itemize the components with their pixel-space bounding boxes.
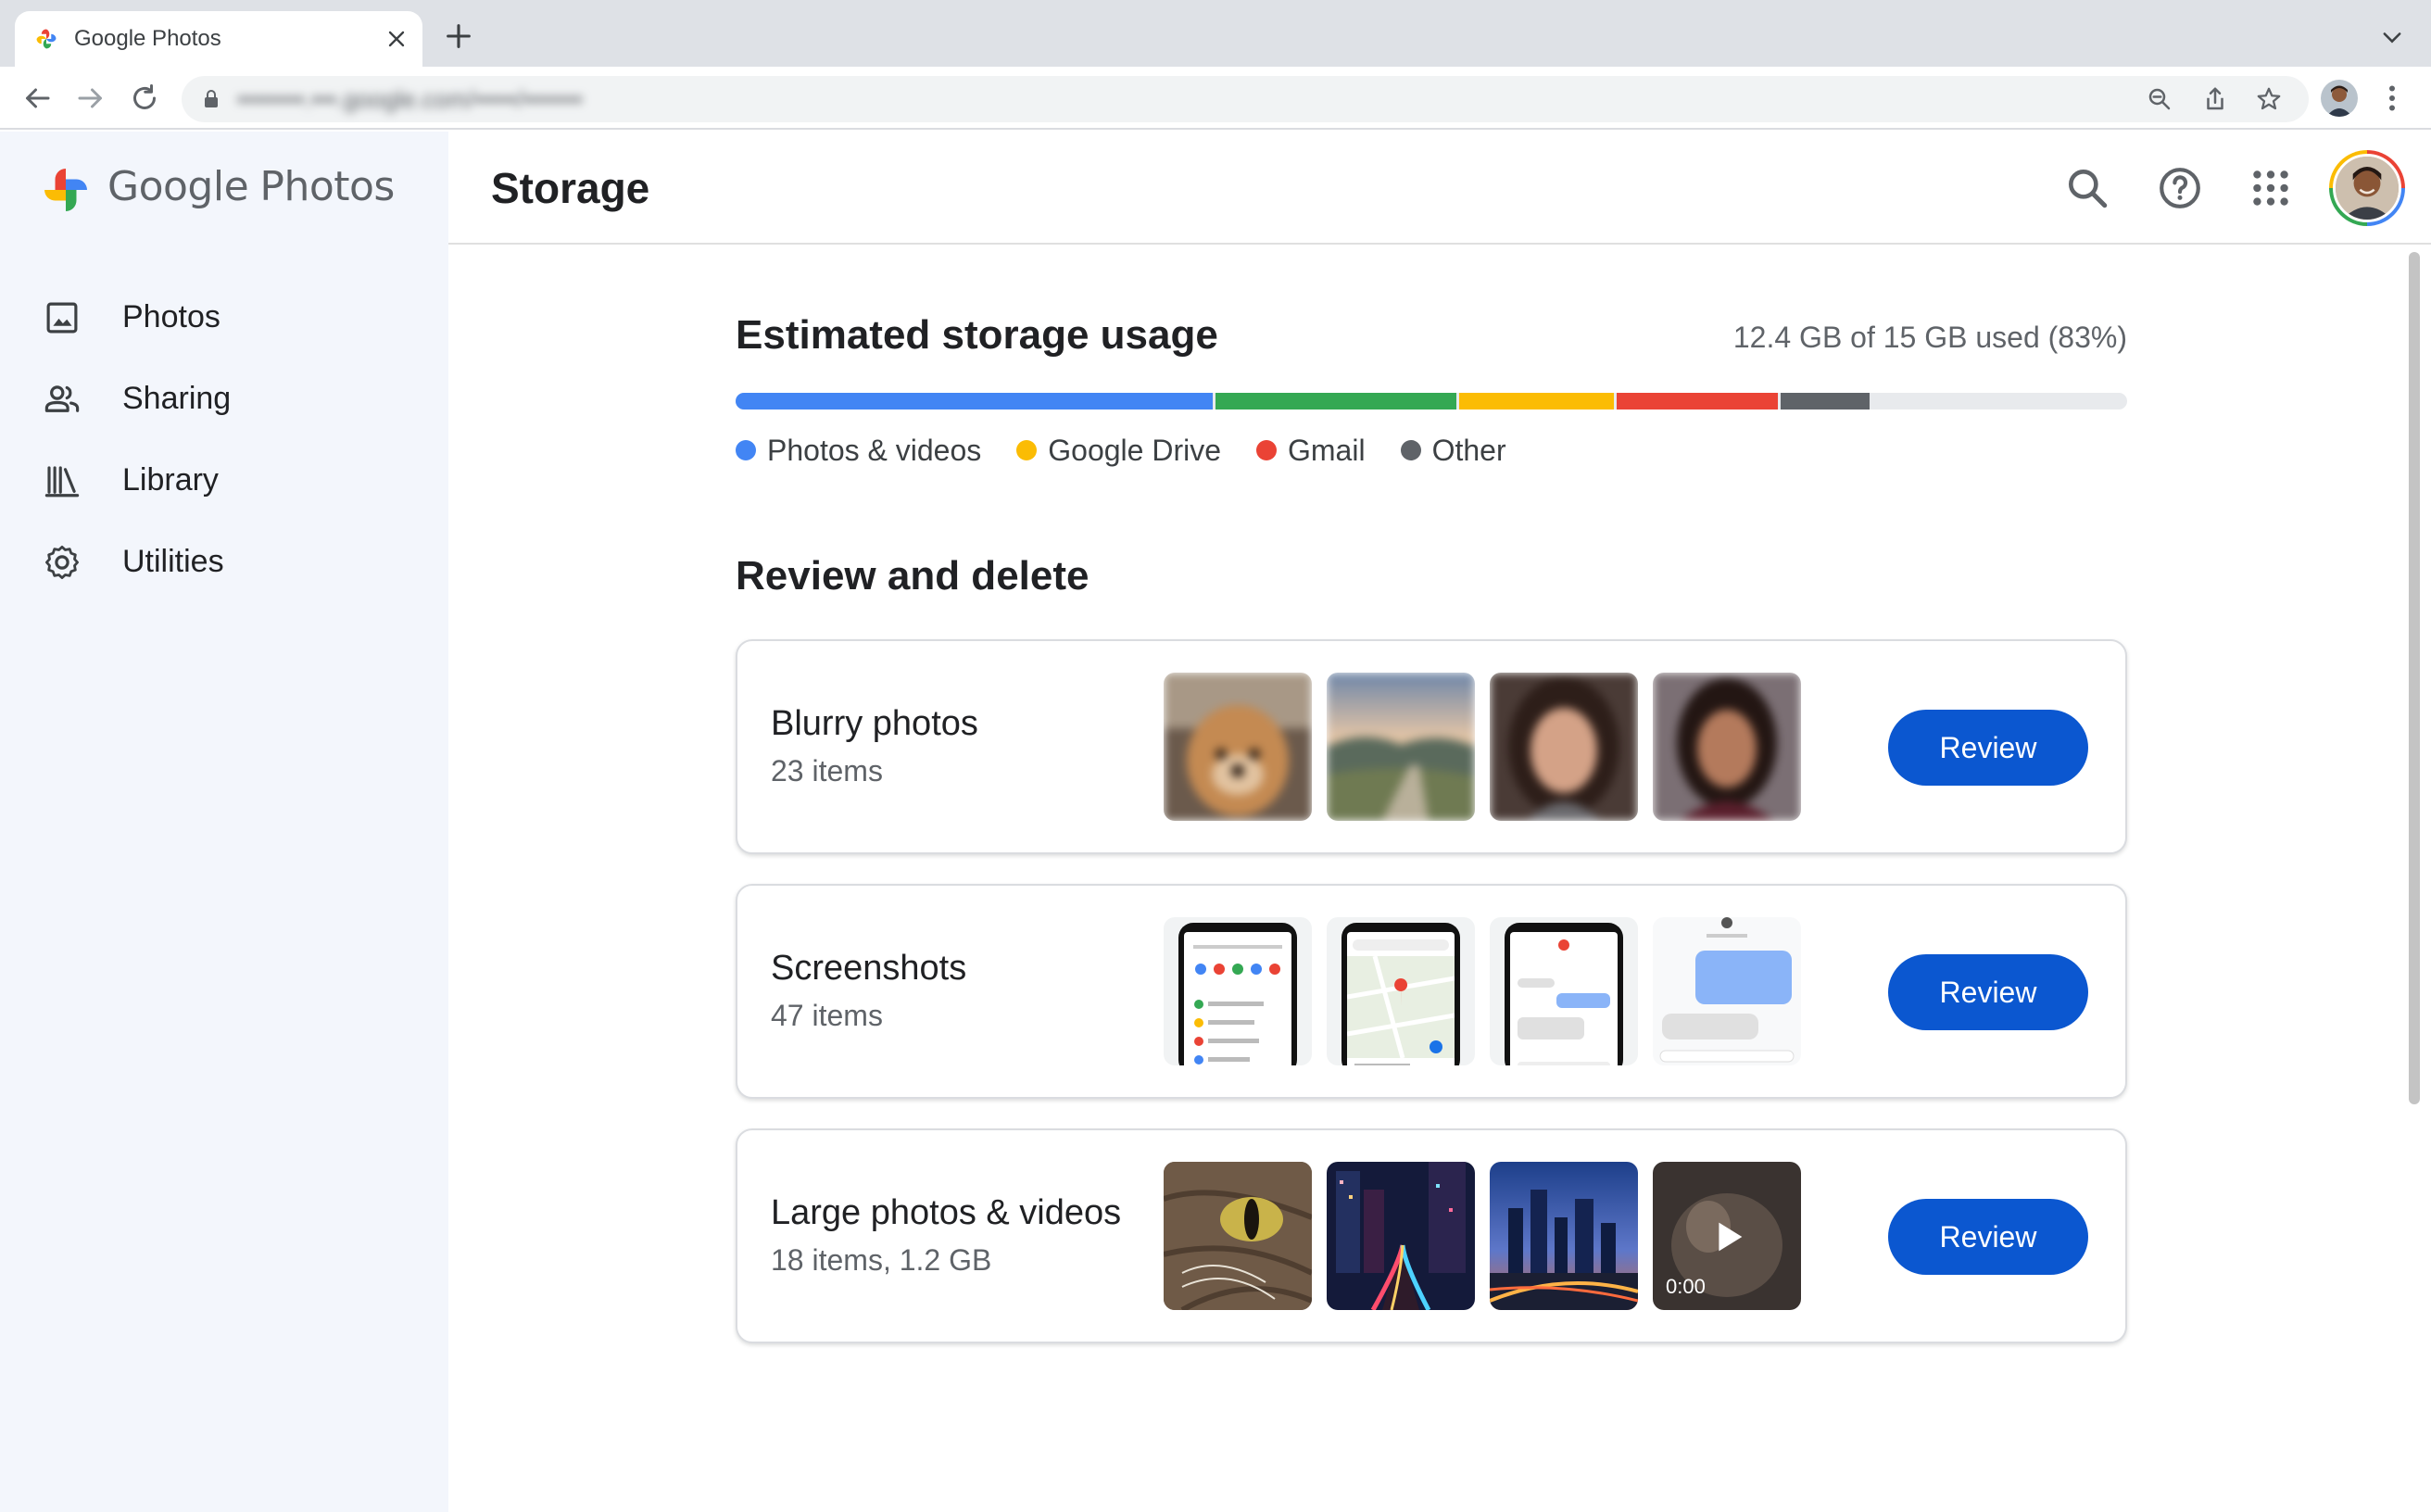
legend-dot: [736, 440, 756, 460]
lock-icon: [205, 90, 218, 107]
legend-label: Other: [1431, 433, 1506, 467]
legend-item: Other: [1400, 433, 1506, 468]
gear-icon: [44, 545, 80, 580]
usage-segment: [1781, 393, 1870, 410]
new-tab-icon[interactable]: [443, 20, 474, 52]
search-icon[interactable]: [2064, 165, 2110, 211]
apps-grid-icon[interactable]: [2248, 165, 2294, 211]
account-avatar[interactable]: [2329, 150, 2405, 226]
google-photos-favicon-icon: [36, 29, 57, 49]
url-text: ••••••••.•••.google.com/•••••/•••••••: [237, 85, 583, 113]
legend-label: Photos & videos: [767, 433, 982, 467]
page-title: Storage: [491, 164, 650, 212]
reload-icon[interactable]: [128, 82, 161, 115]
card-subtitle: 47 items: [771, 999, 883, 1032]
google-photos-logo-icon[interactable]: [39, 163, 93, 217]
brand-photos: Photos: [259, 163, 395, 210]
back-arrow-icon[interactable]: [20, 82, 54, 115]
app-header: Storage: [448, 132, 2431, 245]
browser-tab[interactable]: Google Photos: [15, 11, 422, 67]
sidebar-item-label: Utilities: [122, 544, 224, 579]
thumbnail-cat[interactable]: [1164, 1162, 1312, 1310]
sidebar-item-sharing[interactable]: Sharing: [0, 361, 448, 435]
thumbnail-dog[interactable]: [1164, 673, 1312, 821]
thumbnail-portrait-1[interactable]: [1490, 673, 1638, 821]
legend-item: Google Drive: [1016, 434, 1221, 468]
avatar-image: [2321, 80, 2358, 117]
thumbnail-landscape[interactable]: [1327, 673, 1475, 821]
sidebar-item-label: Sharing: [122, 381, 232, 416]
sidebar-item-utilities[interactable]: Utilities: [0, 524, 448, 598]
card-title: Large photos & videos: [771, 1193, 1122, 1232]
review-card-large-photos-videos: Large photos & videos 18 items, 1.2 GB 0…: [736, 1128, 2127, 1343]
bookmark-star-icon[interactable]: [2255, 85, 2283, 113]
page-scrollbar[interactable]: [2409, 252, 2420, 1104]
thumbnail-strip: [1164, 673, 1816, 821]
browser-menu-icon[interactable]: [2383, 82, 2401, 115]
review-button[interactable]: Review: [1888, 954, 2088, 1030]
forward-arrow-icon[interactable]: [74, 82, 107, 115]
review-card-screenshots: Screenshots 47 items Review: [736, 884, 2127, 1099]
card-title: Blurry photos: [771, 704, 978, 743]
storage-usage-bar: [736, 393, 2127, 410]
thumbnail-video[interactable]: 0:00: [1653, 1162, 1801, 1310]
card-title: Screenshots: [771, 949, 967, 988]
card-subtitle: 18 items, 1.2 GB: [771, 1243, 992, 1277]
video-duration: 0:00: [1666, 1275, 1706, 1298]
sidebar-item-label: Library: [122, 462, 219, 498]
card-subtitle: 23 items: [771, 754, 883, 788]
review-button[interactable]: Review: [1888, 1199, 2088, 1275]
legend-item: Gmail: [1256, 434, 1366, 468]
storage-usage-title: Estimated storage usage: [736, 312, 1218, 358]
share-icon[interactable]: [2201, 85, 2229, 113]
sidebar-item-label: Photos: [122, 299, 220, 334]
storage-used-text: 12.4 GB of 15 GB used (83%): [1732, 321, 2127, 354]
help-icon[interactable]: [2157, 165, 2203, 211]
thumbnail-screenshot-messages[interactable]: [1653, 917, 1801, 1065]
thumbnail-city-skyline[interactable]: [1490, 1162, 1638, 1310]
legend-dot: [1016, 440, 1038, 460]
legend-label: Google Drive: [1048, 433, 1221, 467]
brand-google: Google: [107, 163, 249, 210]
google-photos-wordmark[interactable]: Google Photos: [107, 159, 395, 215]
address-bar[interactable]: ••••••••.•••.google.com/•••••/•••••••: [182, 76, 2309, 122]
usage-segment: [1459, 393, 1614, 410]
photo-icon: [46, 302, 78, 334]
legend-dot: [1400, 440, 1421, 460]
sidebar-item-photos[interactable]: Photos: [0, 280, 448, 354]
browser-tab-strip: Google Photos: [0, 0, 2431, 67]
usage-segment: [1617, 393, 1778, 410]
thumbnail-portrait-2[interactable]: [1653, 673, 1801, 821]
play-icon[interactable]: [1707, 1216, 1749, 1258]
legend-label: Gmail: [1288, 433, 1366, 467]
tab-title: Google Photos: [74, 26, 221, 51]
library-icon: [44, 466, 80, 498]
zoom-out-icon[interactable]: [2146, 85, 2173, 113]
review-section-title: Review and delete: [736, 553, 1090, 598]
usage-segment: [736, 393, 1213, 410]
storage-legend: Photos & videos Google Drive Gmail Other: [736, 430, 1542, 471]
review-button[interactable]: Review: [1888, 710, 2088, 786]
legend-dot: [1256, 440, 1277, 460]
usage-segment: [1216, 393, 1456, 410]
browser-profile-avatar[interactable]: [2321, 80, 2358, 117]
thumbnail-city-night-street[interactable]: [1327, 1162, 1475, 1310]
close-tab-icon[interactable]: [384, 26, 409, 52]
thumbnail-screenshot-contacts[interactable]: [1164, 917, 1312, 1065]
thumbnail-strip: [1164, 917, 1816, 1065]
thumbnail-screenshot-chat[interactable]: [1490, 917, 1638, 1065]
side-navigation: Google Photos Photos Sharing Library Uti…: [0, 132, 448, 1512]
people-icon: [44, 385, 80, 412]
sidebar-item-library[interactable]: Library: [0, 443, 448, 517]
review-card-blurry-photos: Blurry photos 23 items Review: [736, 639, 2127, 854]
avatar-image: [2336, 157, 2399, 220]
chevron-down-icon[interactable]: [2379, 24, 2405, 50]
thumbnail-screenshot-map[interactable]: [1327, 917, 1475, 1065]
legend-item: Photos & videos: [736, 434, 981, 468]
browser-toolbar: ••••••••.•••.google.com/•••••/•••••••: [0, 67, 2431, 130]
thumbnail-strip: 0:00: [1164, 1162, 1816, 1310]
